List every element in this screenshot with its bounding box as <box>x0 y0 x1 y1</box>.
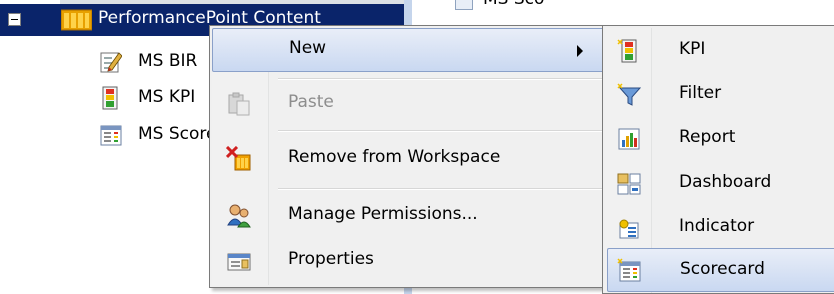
menu-item-new[interactable]: New <box>212 28 604 72</box>
menu-item-remove-from-workspace[interactable]: Remove from Workspace <box>212 137 604 181</box>
submenu-item-label: Filter <box>679 83 722 103</box>
submenu-item-scorecard[interactable]: Scorecard <box>607 248 834 292</box>
filter-icon <box>617 83 642 106</box>
dashboard-icon <box>617 173 641 195</box>
manage-permissions-icon <box>227 204 251 228</box>
scorecard-icon <box>100 125 122 146</box>
details-item-label: MS Scorecard <box>483 0 545 9</box>
menu-item-label: New <box>289 38 327 58</box>
menu-separator <box>278 78 602 80</box>
performancepoint-folder-icon <box>61 9 92 31</box>
details-list-item[interactable]: MS Scorecard <box>455 0 545 10</box>
menu-item-properties[interactable]: Properties <box>212 239 604 283</box>
paste-icon <box>228 92 250 116</box>
menu-item-label: Remove from Workspace <box>288 147 501 167</box>
collapse-toggle-icon[interactable] <box>8 13 21 26</box>
submenu-item-label: Report <box>679 127 736 147</box>
new-submenu: KPI Filter Report Dashboard Indicator Sc… <box>602 25 834 294</box>
menu-item-manage-permissions[interactable]: Manage Permissions... <box>212 194 604 238</box>
menu-separator <box>278 130 602 132</box>
kpi-icon <box>617 39 637 63</box>
tree-item-label: MS BIR <box>138 51 198 71</box>
submenu-item-dashboard[interactable]: Dashboard <box>607 162 834 206</box>
context-menu: New Paste Remove from Workspace Manage P… <box>209 25 607 288</box>
tree-item-ms-bir[interactable]: MS BIR <box>100 48 210 76</box>
submenu-item-label: Indicator <box>679 216 755 236</box>
submenu-item-label: Dashboard <box>679 172 772 192</box>
menu-item-paste[interactable]: Paste <box>212 82 604 126</box>
submenu-item-filter[interactable]: Filter <box>607 73 834 117</box>
menu-separator <box>278 188 602 190</box>
submenu-item-label: Scorecard <box>680 259 765 279</box>
scorecard-icon <box>617 258 641 282</box>
menu-item-label: Properties <box>288 249 374 269</box>
scorecard-icon <box>455 0 473 10</box>
properties-icon <box>227 253 251 271</box>
menu-item-label: Manage Permissions... <box>288 204 478 224</box>
submenu-item-indicator[interactable]: Indicator <box>607 206 834 250</box>
report-icon <box>618 128 640 150</box>
submenu-item-kpi[interactable]: KPI <box>607 29 834 73</box>
remove-from-workspace-icon <box>226 146 251 171</box>
tree-item-label: MS KPI <box>138 87 196 107</box>
submenu-item-report[interactable]: Report <box>607 117 834 161</box>
tree-item-ms-scorecard[interactable]: MS Scorecard <box>100 121 254 149</box>
kpi-icon <box>102 86 118 110</box>
indicator-icon <box>619 219 639 239</box>
tree-item-ms-kpi[interactable]: MS KPI <box>100 84 210 112</box>
scorecard-pencil-icon <box>100 52 122 73</box>
submenu-item-label: KPI <box>679 39 706 59</box>
menu-item-label: Paste <box>288 92 334 112</box>
submenu-arrow-icon <box>577 45 583 57</box>
